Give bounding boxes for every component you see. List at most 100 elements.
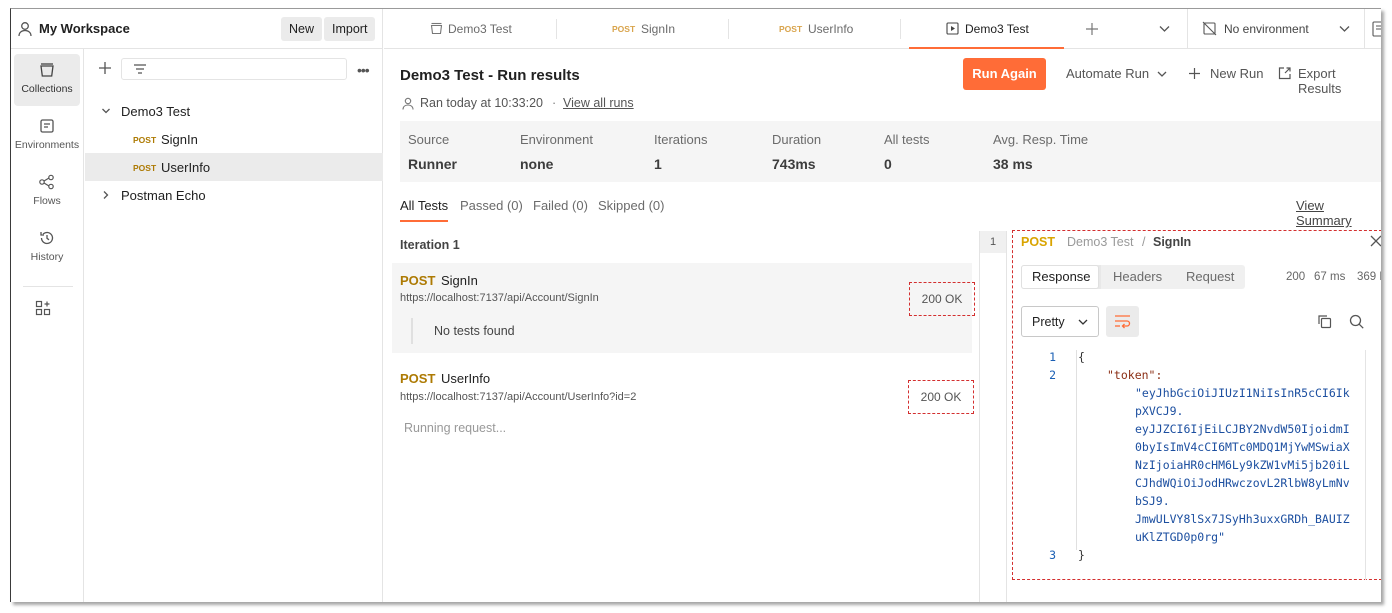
import-button[interactable]: Import [324,17,376,41]
json-value-line: "eyJhbGciOiJIUzI1NiIsInR5cCI6Ik [1135,386,1350,400]
wrap-lines-icon [1114,314,1131,329]
json-value-line: JmwULVY8lSx7JSyHh3uxxGRDh_BAUIZ [1135,512,1350,526]
tree-collection-postman-echo[interactable]: Postman Echo [85,181,383,209]
view-summary-link[interactable]: View Summary [1296,198,1381,228]
tests-note: No tests found [434,324,515,338]
filter-icon [133,63,147,75]
tab-label: Demo3 Test [965,22,1029,36]
method-badge: POST [400,371,436,386]
summary-value: 1 [654,156,662,172]
add-icon[interactable] [98,61,112,75]
close-icon[interactable] [1370,235,1381,247]
tab-failed[interactable]: Failed (0) [533,198,588,213]
summary-label: Avg. Resp. Time [993,132,1089,147]
method-badge: POST [400,273,436,288]
collection-name: Demo3 Test [121,104,191,119]
breadcrumb-collection[interactable]: Demo3 Test [1067,235,1133,249]
line-number: 3 [1049,548,1056,562]
export-results-button[interactable]: Export Results [1298,66,1381,96]
runner-icon [946,22,959,35]
view-all-runs-link[interactable]: View all runs [563,96,634,110]
new-button[interactable]: New [281,17,323,41]
request-name: SignIn [161,132,198,147]
tree-item-signin[interactable]: POST SignIn [85,125,383,153]
workspace-header: My Workspace New Import [11,9,383,49]
automate-run-button[interactable]: Automate Run [1066,66,1167,81]
request-result-userinfo[interactable]: POST UserInfo https://localhost:7137/api… [392,363,974,443]
tab-label: SignIn [641,22,676,36]
tab-method-badge: POST [779,24,803,34]
nav-flows[interactable]: Flows [14,166,80,218]
collection-icon [430,22,443,35]
nav-history[interactable]: History [14,222,80,274]
tab-all-tests[interactable]: All Tests [400,198,449,222]
line-number: 1 [1049,350,1056,364]
format-select-value: Pretty [1032,315,1065,329]
json-value-line: 0byIsImV4cCI6MTc0MDQ1MjYwMSwiaX [1135,440,1350,454]
tree-collection-demo3[interactable]: Demo3 Test [85,97,383,125]
no-environment-icon [1202,21,1217,36]
tab-label: Demo3 Test [448,22,512,36]
chevron-down-icon [1157,71,1167,78]
tab-demo3-run[interactable]: Demo3 Test [909,9,1064,49]
workspace-title[interactable]: My Workspace [39,21,130,36]
tab-method-badge: POST [612,24,636,34]
nav-label: Environments [14,139,80,151]
configure-sidebar-icon[interactable] [35,300,51,316]
summary-value: none [520,156,554,172]
nav-environments[interactable]: Environments [14,110,80,162]
nav-collections[interactable]: Collections [14,54,80,106]
summary-label: Environment [520,132,593,147]
tree-item-userinfo[interactable]: POST UserInfo [85,153,383,181]
history-icon [40,231,54,245]
method-badge: POST [1021,235,1056,249]
new-tab-icon[interactable] [1084,21,1100,37]
environment-quicklook-icon[interactable] [1372,21,1381,37]
breadcrumb-request: SignIn [1153,235,1192,249]
run-summary: Source Runner Environment none Iteration… [400,121,1381,182]
request-result-signin[interactable]: POST SignIn https://localhost:7137/api/A… [392,263,975,353]
json-value-line: CJhdWQiOiJodHRwczovL2RlbW8yLmNv [1135,476,1350,490]
response-tab[interactable]: Response [1021,265,1101,289]
divider [1006,231,1007,602]
filter-input[interactable] [121,58,347,80]
environment-selector[interactable]: No environment [1196,9,1356,49]
format-select[interactable]: Pretty [1021,306,1099,337]
new-run-button[interactable]: New Run [1210,66,1263,81]
summary-value: Runner [408,156,457,172]
tab-signin[interactable]: POST SignIn [557,9,728,49]
tabs-dropdown-icon[interactable] [1159,25,1170,33]
tab-skipped[interactable]: Skipped (0) [598,198,664,213]
tab-divider [900,19,901,39]
headers-tab[interactable]: Headers [1101,265,1175,289]
request-status-note: Running request... [404,421,507,435]
request-url: https://localhost:7137/api/Account/SignI… [400,292,599,304]
request-name: SignIn [441,273,478,288]
response-size: 369 B [1357,271,1381,283]
summary-label: Source [408,132,450,147]
json-key: "token": [1107,368,1163,382]
request-name: UserInfo [441,371,491,386]
separator-dot: · [552,96,557,110]
tab-demo3-collection[interactable]: Demo3 Test [384,9,556,49]
wrap-lines-button[interactable] [1106,306,1139,337]
tab-bar: Demo3 Test POST SignIn POST UserInfo Dem… [384,9,1381,49]
json-value-line: bSJ9. [1135,494,1170,508]
tab-userinfo[interactable]: POST UserInfo [729,9,900,49]
run-again-button[interactable]: Run Again [963,58,1046,90]
json-value-line: eyJJZCI6IjEiLCJBY2NvdW50IjoidmI [1135,422,1350,436]
status-badge: 200 OK [908,380,974,414]
nav-label: Collections [21,83,73,95]
summary-label: All tests [884,132,930,147]
method-badge: POST [133,163,157,173]
more-options-icon[interactable]: ••• [357,62,370,78]
search-icon[interactable] [1349,314,1364,329]
tab-label: Headers [1113,269,1163,284]
copy-icon[interactable] [1317,314,1332,329]
tab-label: Response [1032,269,1091,284]
scrollbar-track[interactable] [1365,350,1366,580]
status-badge: 200 OK [909,282,975,316]
request-tab[interactable]: Request [1175,265,1245,289]
summary-label: Duration [772,132,822,147]
tab-passed[interactable]: Passed (0) [460,198,523,213]
